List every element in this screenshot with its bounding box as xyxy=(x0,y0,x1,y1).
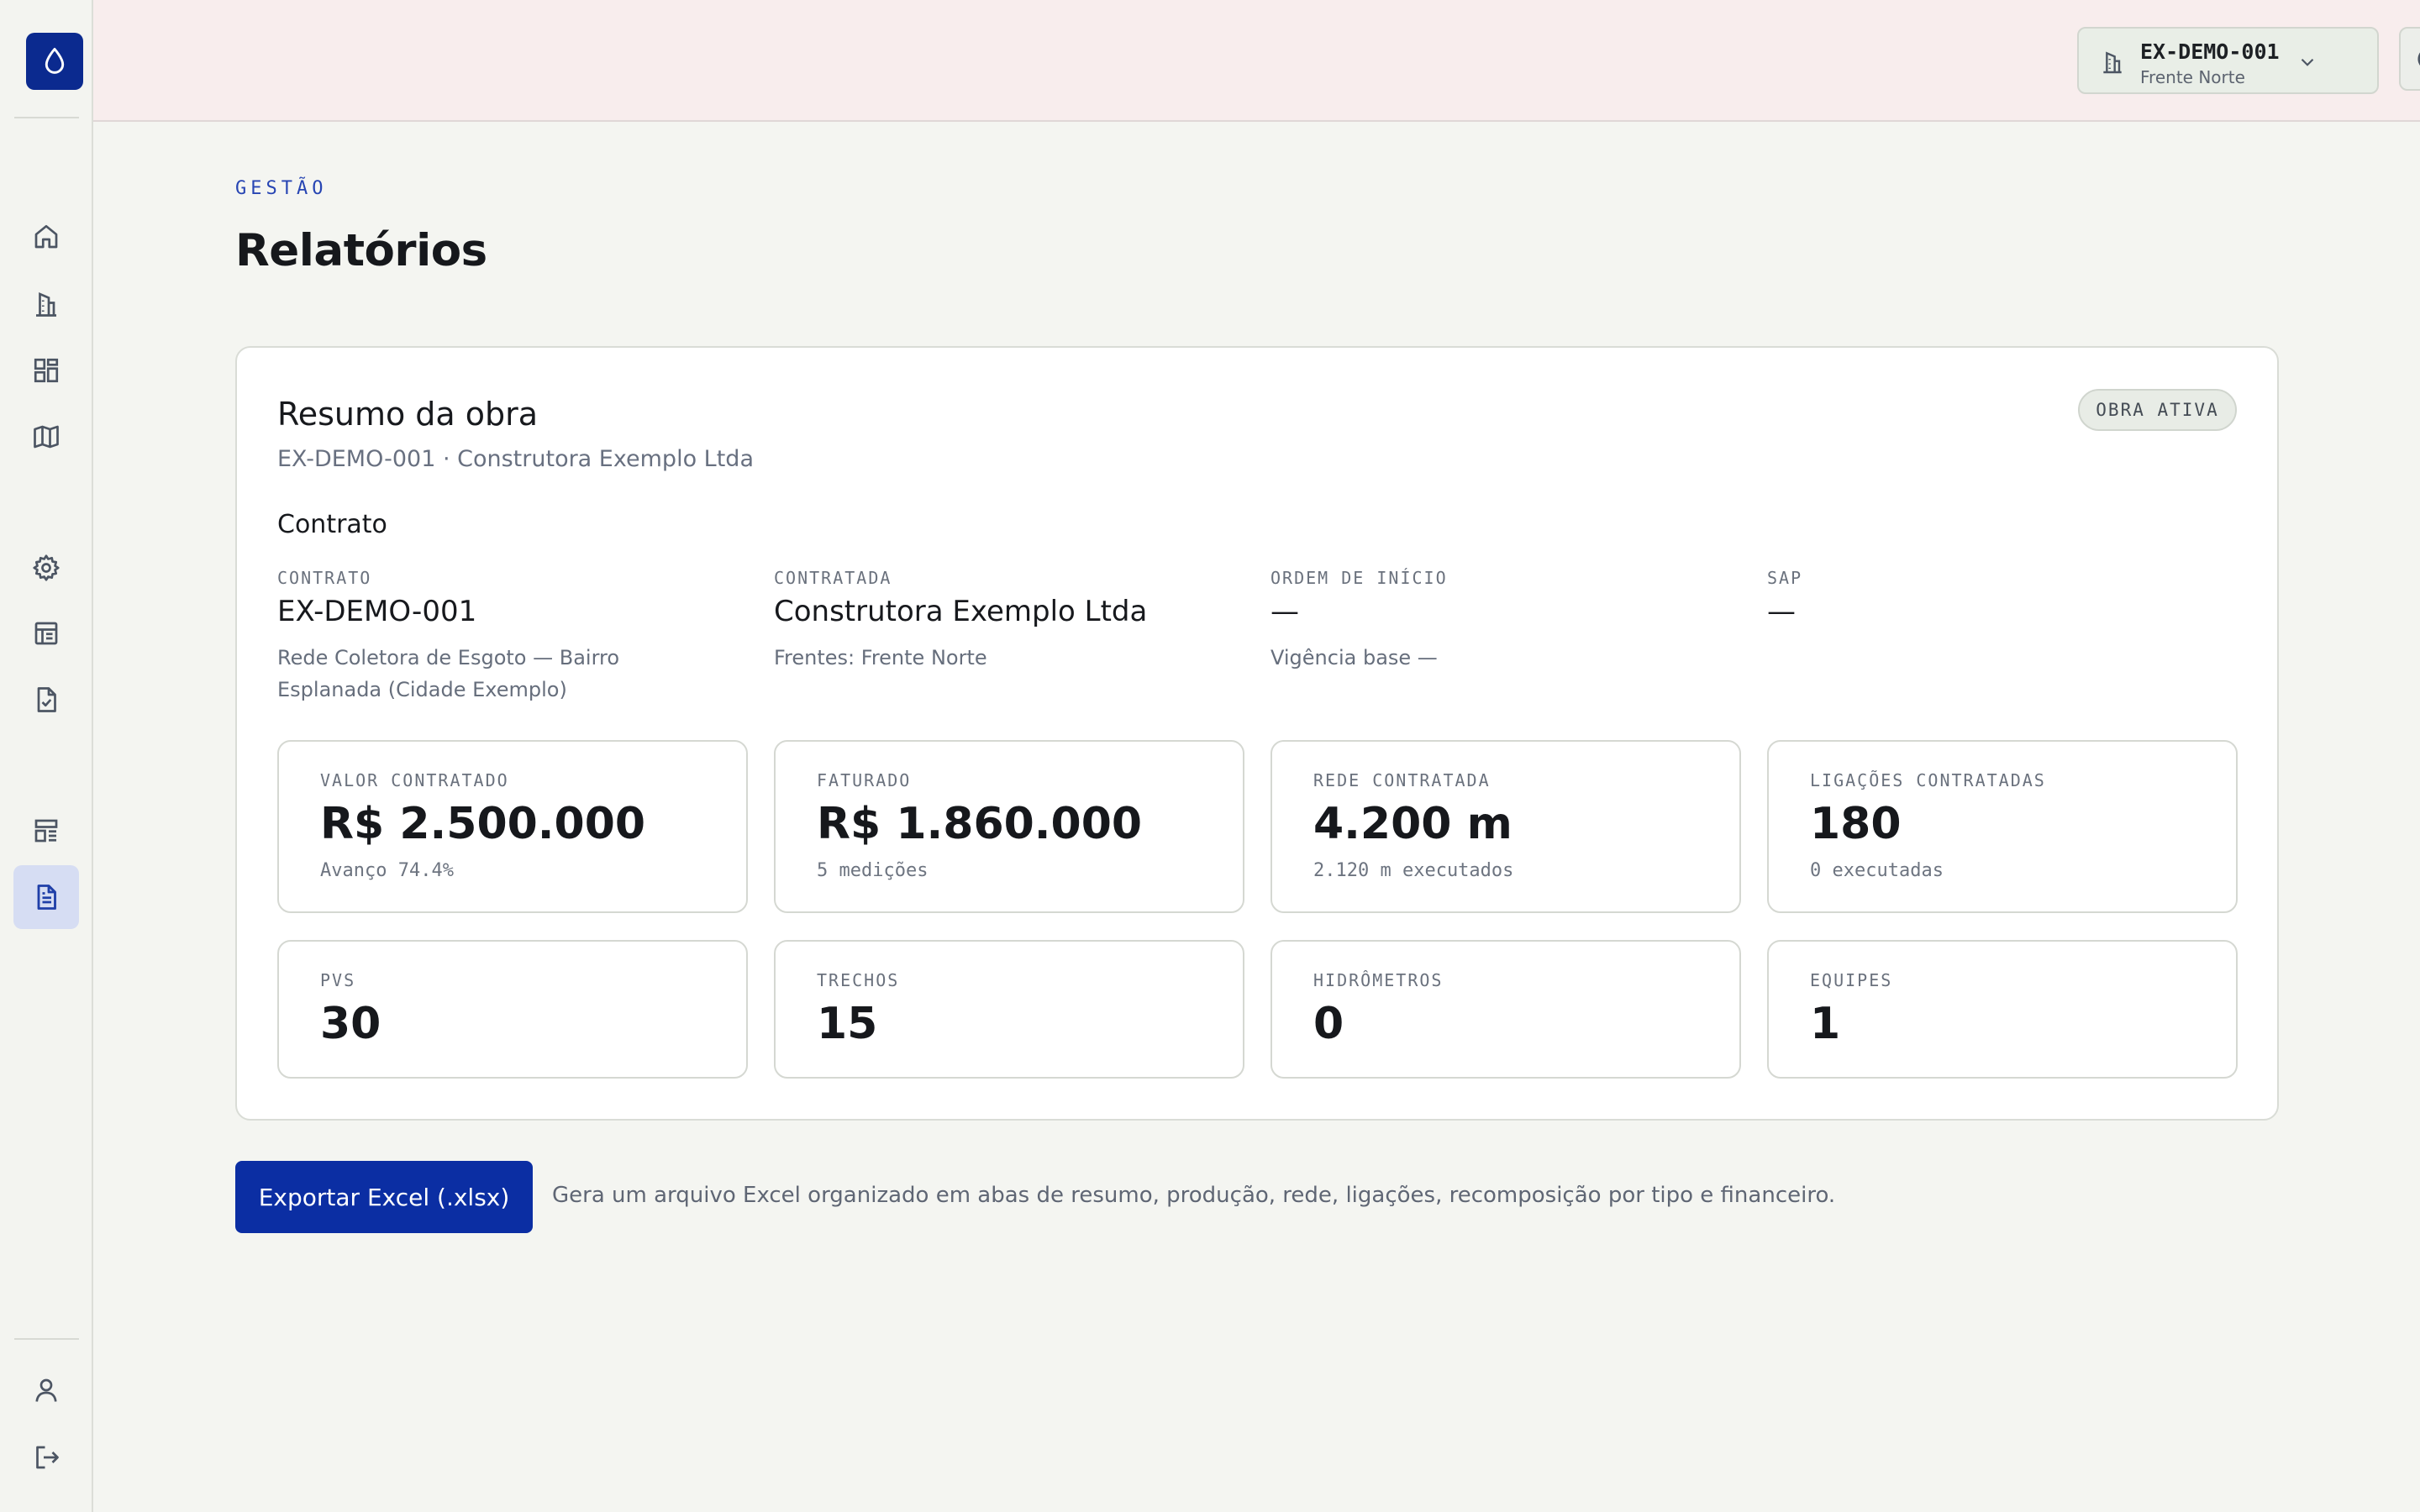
table-icon xyxy=(34,622,58,645)
map-icon xyxy=(34,425,59,449)
topbar: EX-DEMO-001 Frente Norte xyxy=(93,0,2420,122)
stat-value: 180 xyxy=(1810,799,1902,849)
stat-label: HIDRÔMETROS xyxy=(1313,970,1444,990)
field-label: SAP xyxy=(1767,568,1803,588)
stat-value: 15 xyxy=(817,999,878,1049)
start-order-field: ORDEM DE INÍCIO — Vigência base — xyxy=(1270,568,1741,674)
sidebar xyxy=(0,0,93,1512)
sidebar-item-obras[interactable] xyxy=(13,272,79,336)
stat-note: Avanço 74.4% xyxy=(320,860,454,881)
page-title: Relatórios xyxy=(235,225,487,276)
file-check-icon xyxy=(37,687,56,712)
sap-field: SAP — xyxy=(1767,568,2238,628)
stat-card-ligacoes: LIGAÇÕES CONTRATADAS 180 0 executadas xyxy=(1767,740,2238,913)
field-value: — xyxy=(1270,595,1299,628)
card-subtitle: EX-DEMO-001 · Construtora Exemplo Ltda xyxy=(277,446,754,472)
user-icon xyxy=(35,1378,57,1402)
contractor-field: CONTRATADA Construtora Exemplo Ltda Fren… xyxy=(774,568,1244,674)
sidebar-item-checklist[interactable] xyxy=(13,668,79,732)
stat-label: EQUIPES xyxy=(1810,970,1893,990)
stat-value: 4.200 m xyxy=(1313,799,1512,849)
theme-toggle-button[interactable] xyxy=(2399,27,2420,91)
field-value: — xyxy=(1767,595,1796,628)
section-heading: Contrato xyxy=(277,510,387,539)
water-drop-icon xyxy=(45,47,65,74)
stat-card-pvs: PVS 30 xyxy=(277,940,748,1079)
sidebar-item-table[interactable] xyxy=(13,601,79,665)
field-value: EX-DEMO-001 xyxy=(277,595,477,628)
stat-label: VALOR CONTRATADO xyxy=(320,770,509,790)
card-title: Resumo da obra xyxy=(277,396,539,433)
summary-card: Resumo da obra EX-DEMO-001 · Construtora… xyxy=(235,346,2279,1121)
dashboard-icon xyxy=(34,358,59,383)
stat-card-rede-contratada: REDE CONTRATADA 4.200 m 2.120 m executad… xyxy=(1270,740,1741,913)
logout-icon xyxy=(36,1446,59,1469)
project-front: Frente Norte xyxy=(2140,67,2245,87)
sidebar-item-logout[interactable] xyxy=(13,1425,79,1489)
export-excel-button[interactable]: Exportar Excel (.xlsx) xyxy=(235,1161,533,1233)
building-icon xyxy=(2103,51,2122,74)
layout-icon xyxy=(34,819,58,843)
gear-icon xyxy=(33,554,60,581)
sidebar-divider xyxy=(14,117,79,118)
sidebar-item-dashboard[interactable] xyxy=(13,339,79,402)
stat-note: 0 executadas xyxy=(1810,860,1944,881)
field-label: CONTRATO xyxy=(277,568,372,588)
stat-label: TRECHOS xyxy=(817,970,900,990)
stat-note: 5 medições xyxy=(817,860,929,881)
sidebar-item-profile[interactable] xyxy=(13,1358,79,1422)
stat-label: FATURADO xyxy=(817,770,912,790)
field-note: Frentes: Frente Norte xyxy=(774,646,987,669)
stat-note: 2.120 m executados xyxy=(1313,860,1514,881)
project-code: EX-DEMO-001 xyxy=(2140,39,2280,64)
stat-card-trechos: TRECHOS 15 xyxy=(774,940,1244,1079)
sidebar-item-layout[interactable] xyxy=(13,799,79,863)
app-logo[interactable] xyxy=(26,33,83,90)
project-selector[interactable]: EX-DEMO-001 Frente Norte xyxy=(2077,27,2379,94)
sidebar-item-reports[interactable] xyxy=(13,865,79,929)
field-note: Rede Coletora de Esgoto — Bairro Esplana… xyxy=(277,646,620,701)
stat-value: 1 xyxy=(1810,999,1841,1049)
stat-value: R$ 1.860.000 xyxy=(817,799,1143,849)
field-label: CONTRATADA xyxy=(774,568,892,588)
page-eyebrow: GESTÃO xyxy=(235,178,328,199)
sidebar-item-map[interactable] xyxy=(13,405,79,469)
file-text-icon xyxy=(37,885,56,910)
home-icon xyxy=(34,224,58,249)
status-badge: OBRA ATIVA xyxy=(2078,389,2237,431)
sidebar-divider xyxy=(14,1338,79,1340)
stat-label: LIGAÇÕES CONTRATADAS xyxy=(1810,770,2046,790)
sidebar-item-home[interactable] xyxy=(13,205,79,269)
moon-icon xyxy=(2417,52,2420,66)
field-note: Vigência base — xyxy=(1270,646,1438,669)
export-description: Gera um arquivo Excel organizado em abas… xyxy=(552,1183,1836,1208)
field-label: ORDEM DE INÍCIO xyxy=(1270,568,1448,588)
stat-value: R$ 2.500.000 xyxy=(320,799,646,849)
stat-value: 30 xyxy=(320,999,381,1049)
stat-card-faturado: FATURADO R$ 1.860.000 5 medições xyxy=(774,740,1244,913)
stat-card-hidrometros: HIDRÔMETROS 0 xyxy=(1270,940,1741,1079)
stat-label: REDE CONTRATADA xyxy=(1313,770,1491,790)
stat-card-valor-contratado: VALOR CONTRATADO R$ 2.500.000 Avanço 74.… xyxy=(277,740,748,913)
contract-field: CONTRATO EX-DEMO-001 Rede Coletora de Es… xyxy=(277,568,748,706)
sidebar-item-settings[interactable] xyxy=(13,536,79,600)
building-icon xyxy=(36,291,56,317)
stat-label: PVS xyxy=(320,970,356,990)
chevron-down-icon xyxy=(2301,58,2314,66)
field-value: Construtora Exemplo Ltda xyxy=(774,595,1148,628)
stat-card-equipes: EQUIPES 1 xyxy=(1767,940,2238,1079)
stat-value: 0 xyxy=(1313,999,1344,1049)
